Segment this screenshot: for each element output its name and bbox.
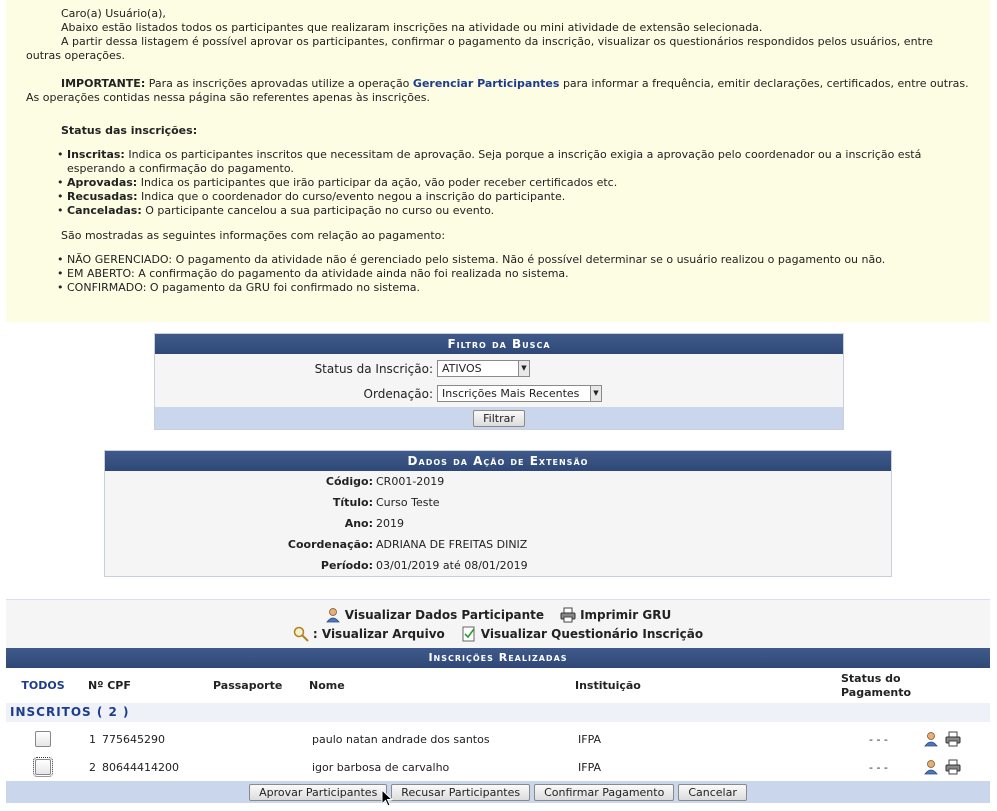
field-value-coordenacao: ADRIANA DE FREITAS DINIZ <box>376 538 528 551</box>
row-instituicao: IFPA <box>578 760 602 774</box>
col-status-line1: Status do <box>841 671 901 685</box>
greeting: Caro(a) Usuário(a), <box>61 7 166 20</box>
field-label: Código: <box>325 475 373 488</box>
status-filter-label: Status da Inscrição: <box>314 361 433 376</box>
status-item-recusadas: Recusadas: Indica que o coordenador do c… <box>57 190 970 204</box>
col-instituicao: Instituição <box>575 679 641 692</box>
order-filter-label: Ordenação: <box>363 386 433 401</box>
print-gru-icon[interactable] <box>945 759 961 775</box>
order-filter-value: Inscrições Mais Recentes <box>442 387 580 400</box>
status-item-label: Inscritas: <box>67 148 125 161</box>
filter-title: Filtro da Busca <box>155 334 843 354</box>
row-instituicao: IFPA <box>578 732 602 746</box>
dropdown-arrow-icon: ▼ <box>518 361 529 376</box>
table-row: 1 775645290 paulo natan andrade dos sant… <box>6 725 990 753</box>
recusar-participantes-button[interactable]: Recusar Participantes <box>391 783 531 801</box>
aprovar-participantes-button[interactable]: Aprovar Participantes <box>249 783 388 801</box>
col-nome: Nome <box>309 679 345 692</box>
mouse-cursor-icon <box>381 789 393 807</box>
field-value-ano: 2019 <box>376 517 404 530</box>
row-nome: igor barbosa de carvalho <box>312 760 450 774</box>
status-item-text: Indica que o coordenador do curso/evento… <box>141 190 566 203</box>
gerenciar-participantes-link[interactable]: Gerenciar Participantes <box>413 77 560 90</box>
row-number: 1 <box>89 732 96 746</box>
status-item-label: Aprovadas: <box>67 176 138 189</box>
questionnaire-icon <box>462 626 475 641</box>
action-data-title: Dados da Ação de Extensão <box>105 451 891 471</box>
legend-participante: Visualizar Dados Participante <box>344 607 545 622</box>
row-cpf: 775645290 <box>102 732 165 746</box>
table-header: TODOS Nº CPF Passaporte Nome Instituição… <box>6 668 990 703</box>
status-item-label: Canceladas: <box>67 204 142 217</box>
important-label: IMPORTANTE: <box>61 77 146 90</box>
table-row: 2 80644414200 igor barbosa de carvalho I… <box>6 753 990 781</box>
important-note: IMPORTANTE: Para as inscrições aprovadas… <box>26 77 970 105</box>
payment-item: NÃO GERENCIADO: O pagamento da atividade… <box>57 253 970 267</box>
action-data-panel: Dados da Ação de Extensão Código: CR001-2… <box>104 450 892 577</box>
info-paragraph-2: A partir dessa listagem é possível aprov… <box>26 35 933 62</box>
status-item-label: Recusadas: <box>67 190 138 203</box>
status-title: Status das inscrições: <box>61 124 198 137</box>
field-label: Ano: <box>344 517 373 530</box>
payment-intro: São mostradas as seguintes informações c… <box>61 229 446 242</box>
status-list: Inscritas: Indica os participantes inscr… <box>26 148 970 218</box>
participant-icon <box>325 607 340 622</box>
dropdown-arrow-icon: ▼ <box>590 386 601 401</box>
info-paragraph-1: Abaixo estão listados todos os participa… <box>61 21 763 34</box>
col-status: Status do Pagamento <box>841 672 941 700</box>
filter-panel: Filtro da Busca Status da Inscrição: ATI… <box>154 333 844 430</box>
legend-gru: Imprimir GRU <box>580 607 672 622</box>
row-number: 2 <box>89 760 96 774</box>
row-checkbox[interactable] <box>33 757 53 777</box>
inscriptions-title: Inscrições Realizadas <box>6 648 990 668</box>
status-item-text: Indica os participantes que irão partici… <box>140 176 618 189</box>
row-checkbox[interactable] <box>35 731 51 747</box>
row-cpf: 80644414200 <box>102 760 179 774</box>
magnifier-icon <box>293 626 309 642</box>
col-cpf: Nº CPF <box>88 679 131 692</box>
payment-list: NÃO GERENCIADO: O pagamento da atividade… <box>26 253 970 295</box>
status-item-text: O participante cancelou a sua participaç… <box>145 204 495 217</box>
row-status: - - - <box>869 760 888 774</box>
status-filter-select[interactable]: ATIVOS ▼ <box>437 360 530 377</box>
legend-questionario: Visualizar Questionário Inscrição <box>480 626 704 641</box>
payment-item: EM ABERTO: A confirmação do pagamento da… <box>57 267 970 281</box>
payment-item: CONFIRMADO: O pagamento da GRU foi confi… <box>57 281 970 295</box>
status-filter-value: ATIVOS <box>442 362 482 375</box>
confirmar-pagamento-button[interactable]: Confirmar Pagamento <box>534 783 675 801</box>
print-gru-icon[interactable] <box>945 731 961 747</box>
field-value-titulo: Curso Teste <box>376 496 440 509</box>
cancelar-button[interactable]: Cancelar <box>678 783 747 801</box>
order-filter-select[interactable]: Inscrições Mais Recentes ▼ <box>437 385 602 402</box>
field-label: Coordenação: <box>287 538 373 551</box>
select-all-link[interactable]: TODOS <box>6 679 80 692</box>
col-passaporte: Passaporte <box>213 679 283 692</box>
status-item-inscritas: Inscritas: Indica os participantes inscr… <box>57 148 970 176</box>
field-label: Título: <box>332 496 373 509</box>
col-status-line2: Pagamento <box>841 685 912 699</box>
field-value-codigo: CR001-2019 <box>376 475 445 488</box>
table-actions: Aprovar Participantes Recusar Participan… <box>6 781 990 803</box>
instructions-box: Caro(a) Usuário(a), Abaixo estão listado… <box>6 0 990 322</box>
important-pre: Para as inscrições aprovadas utilize a o… <box>148 77 410 90</box>
status-item-text: Indica os participantes inscritos que ne… <box>67 148 922 175</box>
filtrar-button[interactable]: Filtrar <box>473 409 525 427</box>
view-participant-icon[interactable] <box>923 759 939 775</box>
status-item-aprovadas: Aprovadas: Indica os participantes que i… <box>57 176 970 190</box>
row-status: - - - <box>869 732 888 746</box>
row-nome: paulo natan andrade dos santos <box>312 732 490 746</box>
view-participant-icon[interactable] <box>923 731 939 747</box>
field-label: Período: <box>320 559 373 572</box>
printer-icon <box>560 607 576 622</box>
legend-arquivo: : Visualizar Arquivo <box>312 626 445 641</box>
icon-legend: Visualizar Dados Participante Imprimir G… <box>6 599 990 648</box>
inscriptions-table: Inscrições Realizadas TODOS Nº CPF Passa… <box>6 648 990 803</box>
status-item-canceladas: Canceladas: O participante cancelou a su… <box>57 204 970 218</box>
field-value-periodo: 03/01/2019 até 08/01/2019 <box>376 559 528 572</box>
group-inscritos: INSCRITOS ( 2 ) <box>6 703 990 722</box>
